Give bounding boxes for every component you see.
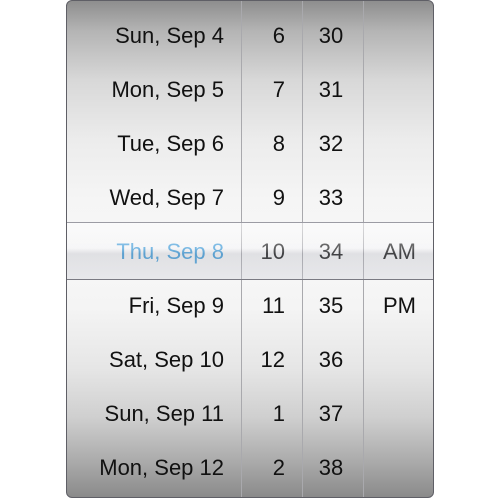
hour-option[interactable]: 8 [242,117,302,171]
date-option[interactable]: Sun, Sep 11 [67,387,241,441]
minute-option[interactable]: 37 [303,387,363,441]
selected-minute-option[interactable]: 34 [303,225,363,279]
hour-option[interactable]: 9 [242,171,302,225]
date-option[interactable]: Mon, Sep 5 [67,63,241,117]
selected-period-option[interactable]: AM [364,225,433,279]
hour-option[interactable]: 12 [242,333,302,387]
selected-date-option[interactable]: Thu, Sep 8 [67,225,241,279]
minute-option[interactable]: 31 [303,63,363,117]
minute-option[interactable]: 32 [303,117,363,171]
date-option[interactable]: Mon, Sep 12 [67,441,241,495]
date-option[interactable]: Sun, Sep 4 [67,9,241,63]
hour-option[interactable]: 6 [242,9,302,63]
date-option[interactable]: Fri, Sep 9 [67,279,241,333]
minute-option[interactable]: 35 [303,279,363,333]
selected-hour-option[interactable]: 10 [242,225,302,279]
period-wheel[interactable]: AM PM [364,1,433,497]
date-time-picker[interactable]: Sun, Sep 4 Mon, Sep 5 Tue, Sep 6 Wed, Se… [66,0,434,498]
hour-option[interactable]: 1 [242,387,302,441]
minute-option[interactable]: 30 [303,9,363,63]
hour-option[interactable]: 11 [242,279,302,333]
date-option[interactable]: Wed, Sep 7 [67,171,241,225]
minute-option[interactable]: 38 [303,441,363,495]
date-wheel[interactable]: Sun, Sep 4 Mon, Sep 5 Tue, Sep 6 Wed, Se… [67,1,241,497]
hour-option[interactable]: 2 [242,441,302,495]
hour-option[interactable]: 7 [242,63,302,117]
date-option[interactable]: Tue, Sep 6 [67,117,241,171]
hour-wheel[interactable]: 6 7 8 9 10 11 12 1 2 [242,1,302,497]
minute-wheel[interactable]: 30 31 32 33 34 35 36 37 38 [303,1,363,497]
minute-option[interactable]: 36 [303,333,363,387]
date-option[interactable]: Sat, Sep 10 [67,333,241,387]
minute-option[interactable]: 33 [303,171,363,225]
period-option[interactable]: PM [364,279,433,333]
